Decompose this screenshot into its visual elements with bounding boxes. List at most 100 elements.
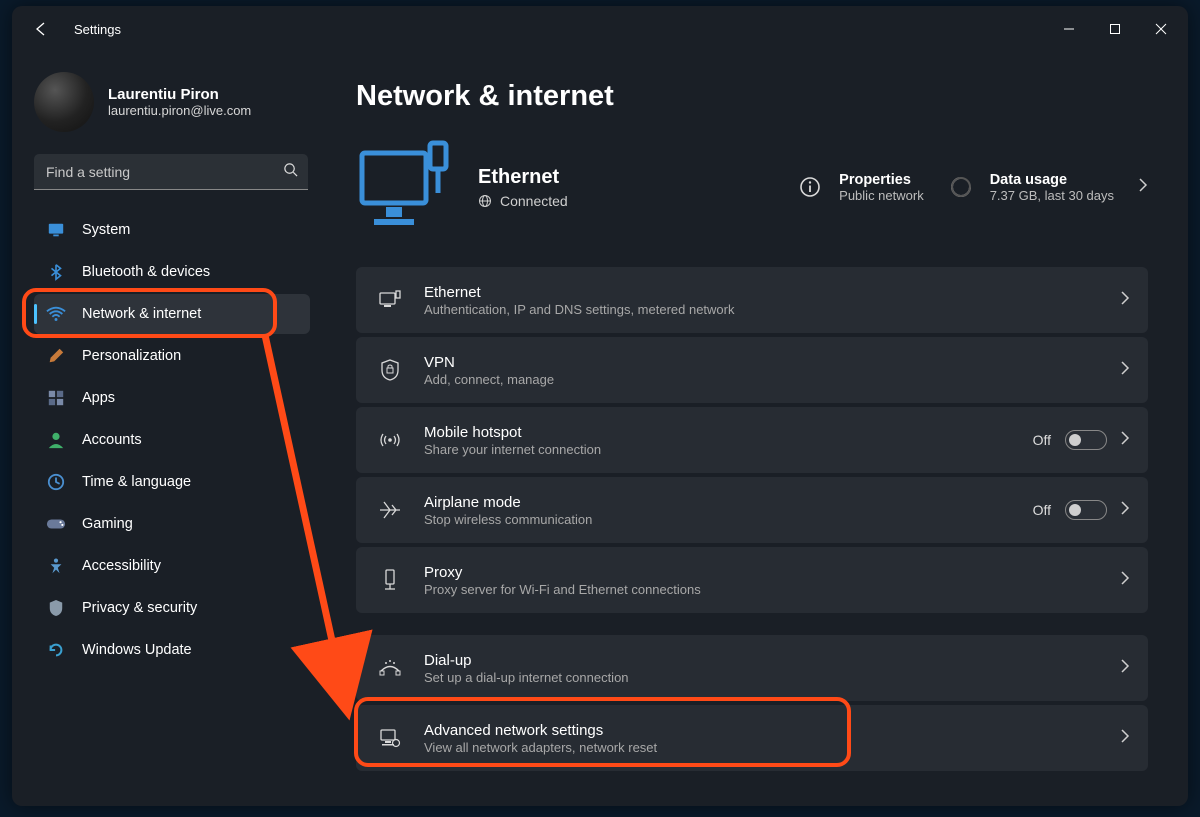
card-title: Airplane mode (424, 494, 1011, 511)
sidebar-item-gaming[interactable]: Gaming (34, 504, 310, 544)
hotspot-icon (378, 428, 402, 452)
sidebar-item-label: System (82, 222, 130, 238)
sidebar-item-accounts[interactable]: Accounts (34, 420, 310, 460)
card-title: Mobile hotspot (424, 424, 1011, 441)
sidebar-item-time-language[interactable]: Time & language (34, 462, 310, 502)
update-icon (46, 640, 66, 660)
bluetooth-icon (46, 262, 66, 282)
data-usage-label: Data usage (990, 172, 1114, 188)
nav-list: System Bluetooth & devices Network & int… (34, 210, 310, 670)
card-sub: Proxy server for Wi-Fi and Ethernet conn… (424, 582, 1099, 597)
properties-label: Properties (839, 172, 924, 188)
chevron-right-icon (1121, 501, 1130, 520)
card-advanced-network[interactable]: Advanced network settings View all netwo… (356, 705, 1148, 771)
card-vpn[interactable]: VPN Add, connect, manage (356, 337, 1148, 403)
chevron-right-icon (1121, 571, 1130, 590)
page-title: Network & internet (356, 80, 1148, 113)
chevron-right-icon (1121, 291, 1130, 310)
connection-name: Ethernet (478, 166, 568, 189)
properties-sub: Public network (839, 188, 924, 203)
chevron-right-icon (1121, 431, 1130, 450)
card-title: Proxy (424, 564, 1099, 581)
close-button[interactable] (1138, 9, 1184, 49)
sidebar-item-windows-update[interactable]: Windows Update (34, 630, 310, 670)
main-content: Network & internet Ethernet Connected (332, 52, 1188, 806)
properties-link[interactable]: Properties Public network (795, 172, 924, 203)
sidebar-item-label: Personalization (82, 348, 181, 364)
monitor-icon (46, 220, 66, 240)
minimize-button[interactable] (1046, 9, 1092, 49)
info-icon (795, 172, 825, 202)
sidebar-item-label: Accounts (82, 432, 142, 448)
toggle-label: Off (1033, 502, 1051, 518)
titlebar: Settings (12, 6, 1188, 52)
accessibility-icon (46, 556, 66, 576)
profile-block[interactable]: Laurentiu Piron laurentiu.piron@live.com (34, 72, 332, 132)
card-sub: Set up a dial-up internet connection (424, 670, 1099, 685)
sidebar-item-bluetooth[interactable]: Bluetooth & devices (34, 252, 310, 292)
sidebar-item-privacy[interactable]: Privacy & security (34, 588, 310, 628)
card-proxy[interactable]: Proxy Proxy server for Wi-Fi and Etherne… (356, 547, 1148, 613)
sidebar-item-label: Time & language (82, 474, 191, 490)
sidebar: Laurentiu Piron laurentiu.piron@live.com… (12, 52, 332, 806)
card-sub: View all network adapters, network reset (424, 740, 1099, 755)
hotspot-toggle[interactable] (1065, 430, 1107, 450)
maximize-button[interactable] (1092, 9, 1138, 49)
data-usage-icon (946, 172, 976, 202)
sidebar-item-accessibility[interactable]: Accessibility (34, 546, 310, 586)
shield-icon (46, 598, 66, 618)
card-dial-up[interactable]: Dial-up Set up a dial-up internet connec… (356, 635, 1148, 701)
avatar (34, 72, 94, 132)
card-airplane-mode[interactable]: Airplane mode Stop wireless communicatio… (356, 477, 1148, 543)
sidebar-item-label: Apps (82, 390, 115, 406)
sidebar-item-label: Gaming (82, 516, 133, 532)
sidebar-item-label: Accessibility (82, 558, 161, 574)
sidebar-item-label: Privacy & security (82, 600, 197, 616)
card-sub: Stop wireless communication (424, 512, 1011, 527)
card-title: VPN (424, 354, 1099, 371)
sidebar-item-network[interactable]: Network & internet (34, 294, 310, 334)
sidebar-item-apps[interactable]: Apps (34, 378, 310, 418)
card-title: Ethernet (424, 284, 1099, 301)
toggle-label: Off (1033, 432, 1051, 448)
data-usage-link[interactable]: Data usage 7.37 GB, last 30 days (946, 172, 1148, 203)
search-box[interactable] (34, 154, 308, 190)
profile-name: Laurentiu Piron (108, 86, 251, 103)
card-mobile-hotspot[interactable]: Mobile hotspot Share your internet conne… (356, 407, 1148, 473)
settings-cards: Ethernet Authentication, IP and DNS sett… (356, 267, 1148, 771)
chevron-right-icon (1121, 729, 1130, 748)
data-usage-sub: 7.37 GB, last 30 days (990, 188, 1114, 203)
dial-up-icon (378, 656, 402, 680)
card-sub: Share your internet connection (424, 442, 1011, 457)
apps-icon (46, 388, 66, 408)
sidebar-item-system[interactable]: System (34, 210, 310, 250)
chevron-right-icon (1121, 659, 1130, 678)
chevron-right-icon (1138, 178, 1148, 197)
sidebar-item-label: Network & internet (82, 306, 201, 322)
wifi-icon (46, 304, 66, 324)
airplane-toggle[interactable] (1065, 500, 1107, 520)
back-button[interactable] (22, 9, 62, 49)
sidebar-item-label: Windows Update (82, 642, 192, 658)
settings-window: Settings Laurentiu Piron laurentiu.piron… (12, 6, 1188, 806)
person-icon (46, 430, 66, 450)
profile-email: laurentiu.piron@live.com (108, 103, 251, 118)
advanced-network-icon (378, 726, 402, 750)
sidebar-item-label: Bluetooth & devices (82, 264, 210, 280)
search-input[interactable] (34, 154, 308, 190)
vpn-shield-icon (378, 358, 402, 382)
globe-icon (478, 194, 492, 208)
card-title: Dial-up (424, 652, 1099, 669)
card-title: Advanced network settings (424, 722, 1099, 739)
gamepad-icon (46, 514, 66, 534)
card-sub: Authentication, IP and DNS settings, met… (424, 302, 1099, 317)
brush-icon (46, 346, 66, 366)
airplane-icon (378, 498, 402, 522)
connection-status: Connected (500, 193, 568, 209)
proxy-icon (378, 568, 402, 592)
clock-icon (46, 472, 66, 492)
card-ethernet[interactable]: Ethernet Authentication, IP and DNS sett… (356, 267, 1148, 333)
monitor-ethernet-icon (356, 139, 456, 235)
sidebar-item-personalization[interactable]: Personalization (34, 336, 310, 376)
chevron-right-icon (1121, 361, 1130, 380)
